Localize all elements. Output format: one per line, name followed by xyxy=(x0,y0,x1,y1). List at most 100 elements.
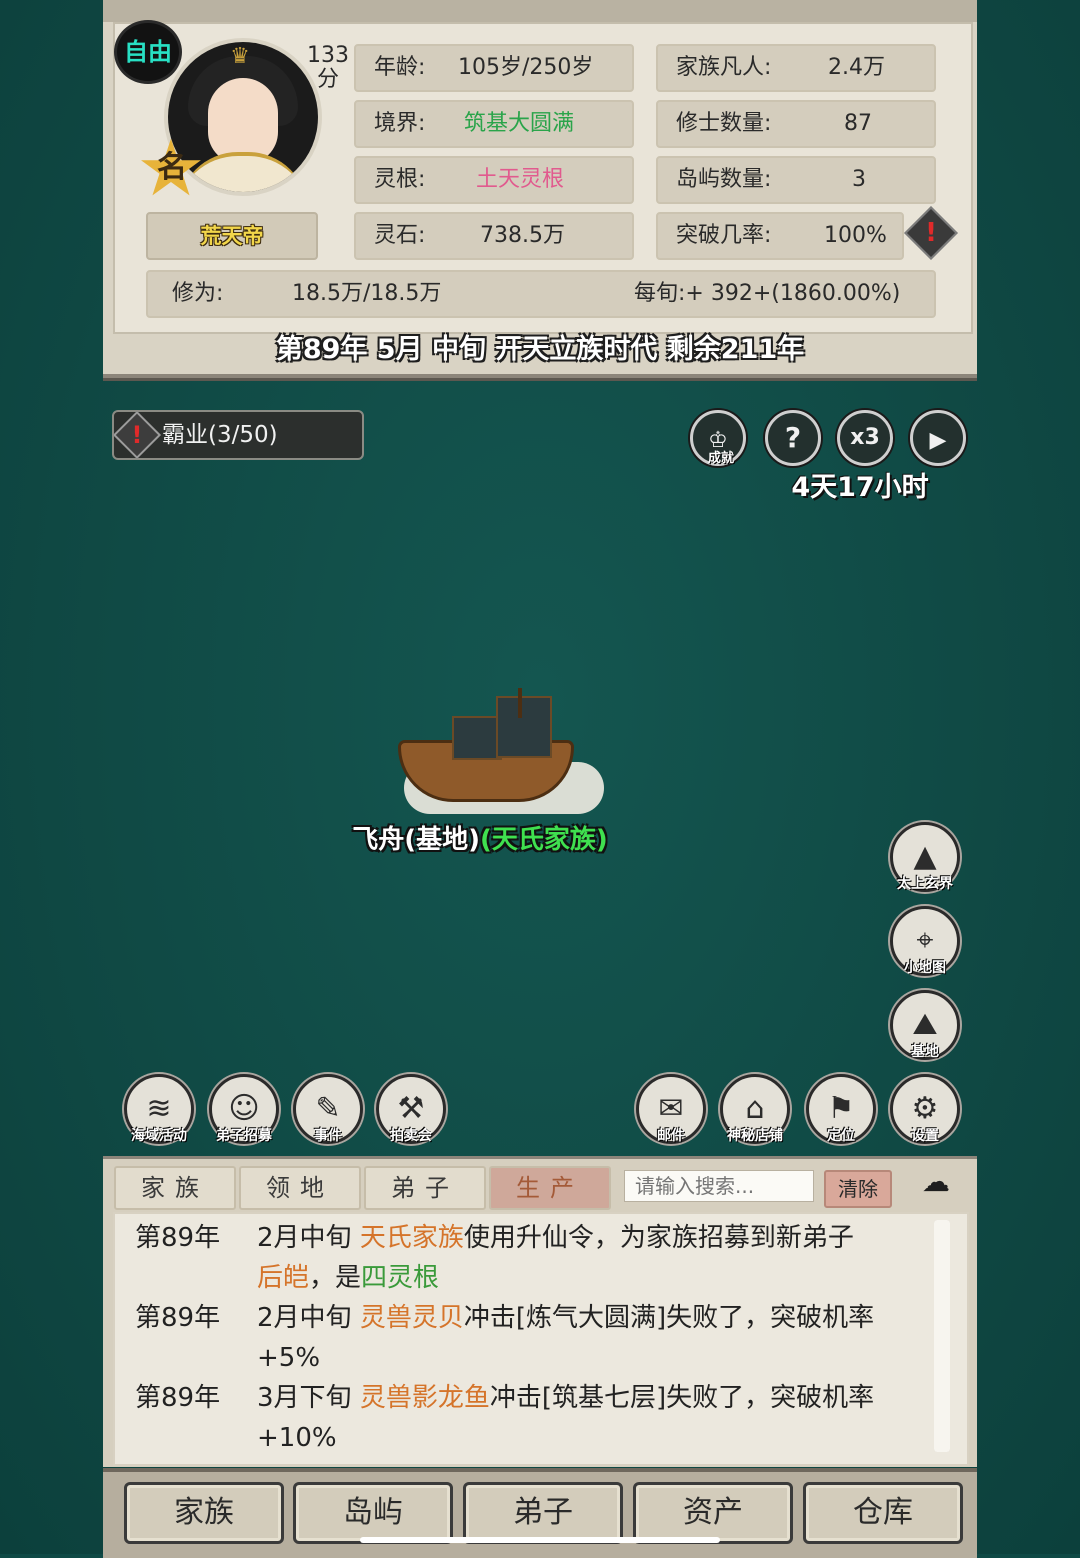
question-icon: ? xyxy=(784,421,802,454)
home-indicator[interactable] xyxy=(360,1537,720,1543)
nav-islands-button[interactable]: 岛屿 xyxy=(293,1482,453,1544)
airship-owner: (天氏家族) xyxy=(480,825,608,855)
log-highlight: 天氏家族 xyxy=(359,1223,464,1253)
log-body-text: 冲击[筑基七层]失败了，突破机率 xyxy=(489,1383,875,1413)
log-list: 第89年 2月中旬 天氏家族使用升仙令，为家族招募到新弟子 后皑，是四灵根 第89… xyxy=(113,1212,969,1466)
clear-button[interactable]: 清除 xyxy=(824,1170,892,1208)
stat-mortals: 家族凡人: 2.4万 xyxy=(656,44,936,92)
stat-age: 年龄: 105岁/250岁 xyxy=(354,44,634,92)
recruit-button[interactable]: ☺ 弟子招募 xyxy=(209,1074,279,1144)
tab-territory[interactable]: 领地 xyxy=(239,1166,361,1210)
ship-tower xyxy=(496,696,552,758)
log-period: 2月中旬 xyxy=(257,1303,360,1333)
tab-disciples[interactable]: 弟子 xyxy=(364,1166,486,1210)
log-text: 3月下旬 灵兽影龙鱼冲击[筑基七层]失败了，突破机率 +10% xyxy=(257,1378,937,1458)
locate-caption: 定位 xyxy=(827,1128,855,1144)
score-value: 133 xyxy=(307,43,349,68)
log-period: 3月下旬 xyxy=(257,1383,360,1413)
stat-realm: 境界: 筑基大圆满 xyxy=(354,100,634,148)
log-period: 2月中旬 xyxy=(257,1223,360,1253)
settings-caption: 设置 xyxy=(911,1128,939,1144)
cloud-icon[interactable]: ☁ xyxy=(904,1166,968,1198)
player-title[interactable]: 荒天帝 xyxy=(146,212,318,260)
log-highlight: 后皑 xyxy=(257,1263,310,1293)
mail-button[interactable]: ✉ 邮件 xyxy=(636,1074,706,1144)
log-year: 第89年 xyxy=(135,1223,221,1253)
log-highlight: 灵兽灵贝 xyxy=(359,1303,464,1333)
log-body-text: 使用升仙令，为家族招募到新弟子 xyxy=(463,1223,854,1253)
help-button[interactable]: ? xyxy=(765,410,821,466)
locate-button[interactable]: ⚑ 定位 xyxy=(806,1074,876,1144)
log-year: 第89年 xyxy=(135,1383,221,1413)
stat-cultivators: 修士数量: 87 xyxy=(656,100,936,148)
upper-realm-button[interactable]: ▲ 太上玄界 xyxy=(890,822,960,892)
ship-tower xyxy=(452,716,502,760)
map-pin-icon: ⌖ xyxy=(916,923,934,958)
shop-icon: ⌂ xyxy=(745,1091,765,1126)
tab-production[interactable]: 生产 xyxy=(489,1166,611,1210)
achievement-button[interactable]: ♔ 成就 xyxy=(690,410,746,466)
log-body-text: 冲击[炼气大圆满]失败了，突破机率 xyxy=(463,1303,875,1333)
upper-realm-caption: 太上玄界 xyxy=(897,876,953,892)
stat-value: 100% xyxy=(824,223,887,248)
log-highlight: 灵兽影龙鱼 xyxy=(359,1383,490,1413)
stat-label: 修士数量: xyxy=(676,111,772,136)
stat-value: 3 xyxy=(852,167,866,192)
mission-tracker[interactable]: ! 霸业(3/50) xyxy=(112,410,364,460)
search-input[interactable] xyxy=(624,1170,814,1202)
person-icon: ☺ xyxy=(228,1091,260,1126)
score-unit: 分 xyxy=(316,67,339,92)
cultivation-label: 修为: xyxy=(172,281,224,306)
log-body-text: +10% xyxy=(257,1423,337,1453)
gavel-icon: ⚒ xyxy=(397,1091,425,1126)
stat-value: 738.5万 xyxy=(480,223,565,248)
crown-icon: ♛ xyxy=(230,44,250,69)
stat-spirit-stones: 灵石: 738.5万 xyxy=(354,212,634,260)
mystery-shop-button[interactable]: ⌂ 神秘店铺 xyxy=(720,1074,790,1144)
base-caption: 基地 xyxy=(911,1044,939,1060)
mountain-icon: ▲ xyxy=(913,839,937,874)
nav-warehouse-button[interactable]: 仓库 xyxy=(803,1482,963,1544)
scroll-thumb[interactable] xyxy=(934,1220,950,1452)
log-year: 第89年 xyxy=(135,1303,221,1333)
play-button[interactable]: ▶ xyxy=(910,410,966,466)
speed-button[interactable]: x3 xyxy=(837,410,893,466)
panel-top-strip xyxy=(103,0,977,22)
stat-label: 岛屿数量: xyxy=(676,167,772,192)
scroll-icon: ✎ xyxy=(315,1091,341,1126)
airship-name: 飞舟(基地) xyxy=(352,825,480,855)
stat-value: 筑基大圆满 xyxy=(464,111,575,136)
auction-button[interactable]: ⚒ 拍卖会 xyxy=(376,1074,446,1144)
cultivation-bar: 修为: 18.5万/18.5万 每旬:+ 392+(1860.00%) xyxy=(146,270,936,318)
cultivation-per-period: 每旬:+ 392+(1860.00%) xyxy=(634,281,901,306)
airship-base[interactable] xyxy=(392,688,622,828)
base-button[interactable]: ⛰ 基地 xyxy=(890,990,960,1060)
tab-family[interactable]: 家族 xyxy=(114,1166,236,1210)
alert-icon: ! xyxy=(112,410,162,460)
cultivation-value: 18.5万/18.5万 xyxy=(292,281,442,306)
minimap-button[interactable]: ⌖ 小地图 xyxy=(890,906,960,976)
log-scrollbar[interactable] xyxy=(934,1220,950,1452)
stat-spirit-root: 灵根: 土天灵根 xyxy=(354,156,634,204)
island-icon: ⛰ xyxy=(912,1007,938,1042)
nav-disciples-button[interactable]: 弟子 xyxy=(463,1482,623,1544)
events-caption: 事件 xyxy=(314,1128,342,1144)
ship-mast xyxy=(518,688,522,718)
nav-family-button[interactable]: 家族 xyxy=(124,1482,284,1544)
nav-assets-button[interactable]: 资产 xyxy=(633,1482,793,1544)
countdown-timer: 4天17小时 xyxy=(791,472,929,503)
settings-button[interactable]: ⚙ 设置 xyxy=(890,1074,960,1144)
stat-label: 家族凡人: xyxy=(676,55,772,80)
mail-icon: ✉ xyxy=(658,1091,684,1126)
stat-label: 突破几率: xyxy=(676,223,772,248)
events-button[interactable]: ✎ 事件 xyxy=(293,1074,363,1144)
auction-caption: 拍卖会 xyxy=(390,1128,432,1144)
gear-icon: ⚙ xyxy=(911,1091,939,1126)
sea-event-button[interactable]: ≋ 海域活动 xyxy=(124,1074,194,1144)
stat-value: 2.4万 xyxy=(828,55,885,80)
log-text: 2月中旬 灵兽灵贝冲击[炼气大圆满]失败了，突破机率 +5% xyxy=(257,1298,937,1378)
free-status-badge[interactable]: 自由 xyxy=(114,20,182,84)
airship-label[interactable]: 飞舟(基地)(天氏家族) xyxy=(330,820,630,860)
stat-label: 灵根: xyxy=(374,167,426,192)
game-date: 第89年 5月 中旬 开天立族时代 剩余211年 xyxy=(275,334,805,365)
